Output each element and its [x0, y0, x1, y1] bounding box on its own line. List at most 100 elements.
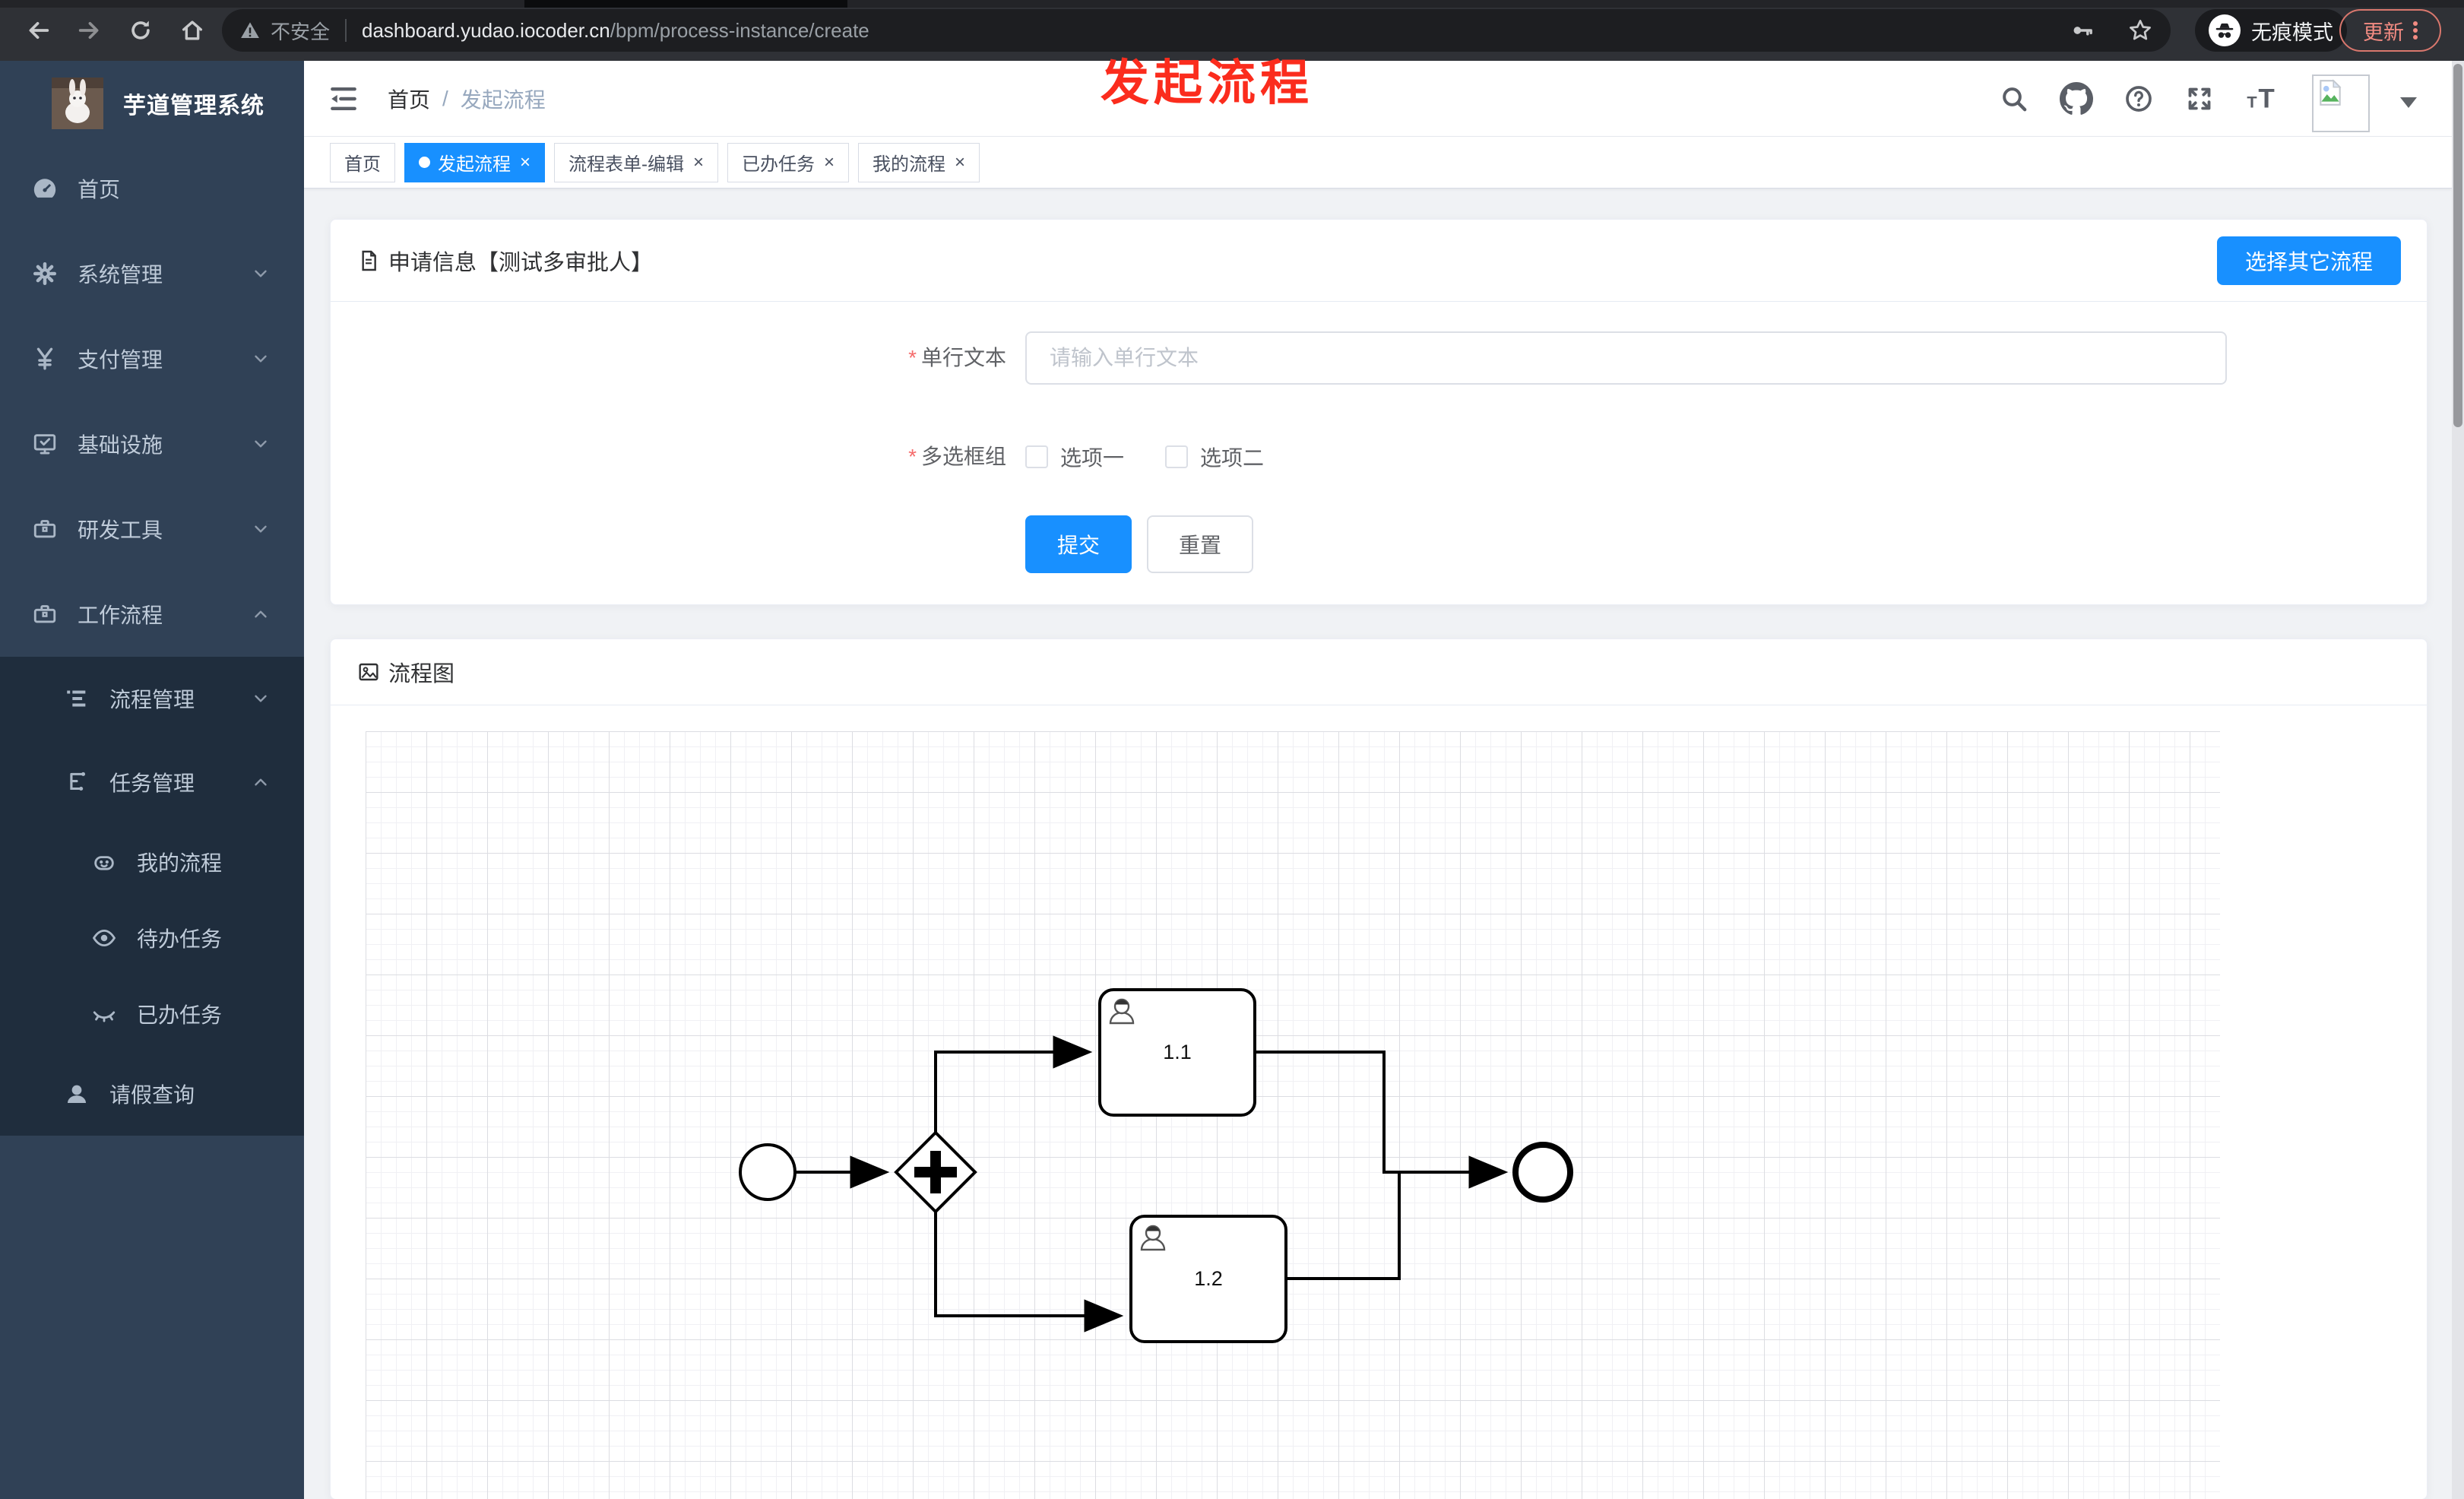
- password-key-icon[interactable]: [2069, 17, 2095, 43]
- browser-active-tab[interactable]: [524, 0, 847, 8]
- user-icon: [67, 1085, 87, 1104]
- back-icon[interactable]: [26, 17, 52, 43]
- robot-icon: [94, 856, 114, 870]
- breadcrumb-home[interactable]: 首页: [388, 84, 430, 114]
- sidebar-item-workflow[interactable]: 工作流程: [0, 572, 304, 657]
- tab-done-tasks[interactable]: 已办任务 ×: [727, 142, 850, 182]
- url-path: /bpm/process-instance/create: [610, 18, 869, 42]
- bpmn-user-task-1-2: 1.2: [1129, 1215, 1287, 1343]
- chevron-down-icon: [255, 440, 267, 448]
- sidebar-item-dev-tools[interactable]: 研发工具: [0, 486, 304, 572]
- tab-my-process[interactable]: 我的流程 ×: [858, 142, 980, 182]
- single-line-input[interactable]: [1025, 331, 2227, 385]
- sidebar-item-task-management[interactable]: 任务管理: [0, 740, 304, 824]
- choose-other-process-button[interactable]: 选择其它流程: [2217, 236, 2401, 285]
- app-logo-row[interactable]: 芋道管理系统: [0, 61, 304, 146]
- home-icon[interactable]: [179, 17, 205, 43]
- picture-icon: [359, 663, 378, 681]
- sidebar-item-system[interactable]: 系统管理: [0, 231, 304, 316]
- tab-process-form-edit[interactable]: 流程表单-编辑 ×: [554, 142, 719, 182]
- sidebar-item-infrastructure[interactable]: 基础设施: [0, 401, 304, 486]
- svg-text:T: T: [2247, 93, 2257, 112]
- yen-icon: [36, 347, 53, 370]
- sidebar-item-done-tasks[interactable]: 已办任务: [0, 976, 304, 1052]
- sidebar-item-home[interactable]: 首页: [0, 146, 304, 231]
- reset-button[interactable]: 重置: [1147, 515, 1253, 573]
- checkbox-icon[interactable]: [1165, 445, 1189, 468]
- browser-menu-kebab-icon[interactable]: [2413, 19, 2418, 42]
- caret-down-icon[interactable]: [2400, 97, 2417, 108]
- close-tab-icon[interactable]: ×: [824, 153, 835, 172]
- bpmn-canvas[interactable]: 1.1 1.2: [366, 731, 2220, 1499]
- update-label: 更新: [2363, 21, 2404, 44]
- application-info-card: 申请信息【测试多审批人】 选择其它流程 *单行文本 *多选框组 选项一 选项二 …: [330, 219, 2428, 605]
- github-icon[interactable]: [2060, 82, 2093, 116]
- window-scrollbar[interactable]: [2452, 61, 2464, 1499]
- card-title: 申请信息【测试多审批人】: [388, 250, 654, 275]
- close-tab-icon[interactable]: ×: [520, 153, 530, 172]
- monitor-icon: [33, 434, 56, 455]
- not-secure-warning-icon: [241, 22, 259, 38]
- breadcrumb-current: 发起流程: [460, 88, 546, 112]
- sidebar-item-process-management[interactable]: 流程管理: [0, 657, 304, 740]
- eye-open-icon: [92, 929, 116, 947]
- chevron-down-icon: [255, 695, 267, 702]
- flow-diagram-card: 流程图 1.1 1.2: [330, 639, 2428, 1499]
- chevron-up-icon: [255, 778, 267, 786]
- forward-icon[interactable]: [76, 17, 102, 43]
- reload-icon[interactable]: [128, 17, 154, 43]
- toolbox-icon: [33, 520, 56, 538]
- search-icon[interactable]: [1999, 84, 2029, 114]
- bpmn-user-task-1-1: 1.1: [1098, 988, 1256, 1117]
- annotation-text: 发起流程: [1101, 55, 1313, 110]
- sidebar-item-todo-tasks[interactable]: 待办任务: [0, 900, 304, 976]
- breadcrumb: 首页 / 发起流程: [388, 61, 546, 137]
- sidebar-item-payment[interactable]: 支付管理: [0, 316, 304, 401]
- checkbox-option-1[interactable]: 选项一: [1025, 442, 1124, 472]
- app-title: 芋道管理系统: [123, 93, 264, 119]
- svg-text:T: T: [2258, 84, 2274, 114]
- eye-closed-icon: [93, 1011, 116, 1022]
- bpmn-start-event: [739, 1143, 797, 1201]
- help-icon[interactable]: [2124, 84, 2154, 114]
- tab-start-process[interactable]: 发起流程 ×: [404, 142, 546, 182]
- sidebar-collapse-icon[interactable]: [327, 82, 360, 116]
- bpmn-parallel-gateway: [894, 1130, 977, 1214]
- incognito-badge: 无痕模式: [2195, 9, 2347, 52]
- chevron-down-icon: [255, 355, 267, 363]
- checkbox-group-label: * 多选框组: [908, 445, 1006, 468]
- sidebar-menu: 首页 系统管理 支付管理 基础设施 研发工具 工作流程 流程管理 任务管理 我的…: [0, 146, 304, 1136]
- flow-branch-icon: [70, 772, 86, 791]
- incognito-icon: [2209, 14, 2241, 46]
- fullscreen-icon[interactable]: [2184, 84, 2215, 114]
- breadcrumb-separator: /: [442, 87, 448, 110]
- submit-button[interactable]: 提交: [1025, 515, 1132, 573]
- single-line-label: * 单行文本: [908, 346, 1006, 369]
- chevron-down-icon: [255, 270, 267, 277]
- chevron-down-icon: [255, 525, 267, 533]
- security-label: 不安全: [271, 20, 331, 43]
- dashboard-icon: [33, 179, 56, 198]
- tab-home[interactable]: 首页: [330, 142, 395, 182]
- document-icon: [362, 250, 376, 271]
- tags-view-bar: 首页 发起流程 × 流程表单-编辑 × 已办任务 × 我的流程 ×: [304, 137, 2452, 189]
- list-tree-icon: [67, 690, 86, 707]
- active-tab-dot: [419, 157, 430, 168]
- page-header: 首页 / 发起流程 T T: [304, 61, 2452, 137]
- app-logo-avatar: [52, 78, 103, 129]
- close-tab-icon[interactable]: ×: [693, 153, 704, 172]
- bookmark-star-icon[interactable]: [2127, 17, 2154, 44]
- update-button[interactable]: 更新: [2339, 9, 2441, 52]
- checkbox-option-2[interactable]: 选项二: [1165, 442, 1264, 472]
- font-size-icon[interactable]: T T: [2245, 84, 2282, 114]
- required-asterisk: *: [908, 445, 917, 468]
- checkbox-icon[interactable]: [1025, 445, 1048, 468]
- sidebar-item-leave-query[interactable]: 请假查询: [0, 1052, 304, 1136]
- sidebar-item-my-process[interactable]: 我的流程: [0, 824, 304, 900]
- incognito-label: 无痕模式: [2251, 21, 2333, 44]
- close-tab-icon[interactable]: ×: [955, 153, 965, 172]
- sidebar: 芋道管理系统 首页 系统管理 支付管理 基础设施 研发工具 工作流程 流程管理 …: [0, 61, 304, 1499]
- avatar[interactable]: [2312, 74, 2370, 132]
- scrollbar-thumb[interactable]: [2453, 64, 2462, 427]
- browser-tabstrip: [0, 0, 2464, 8]
